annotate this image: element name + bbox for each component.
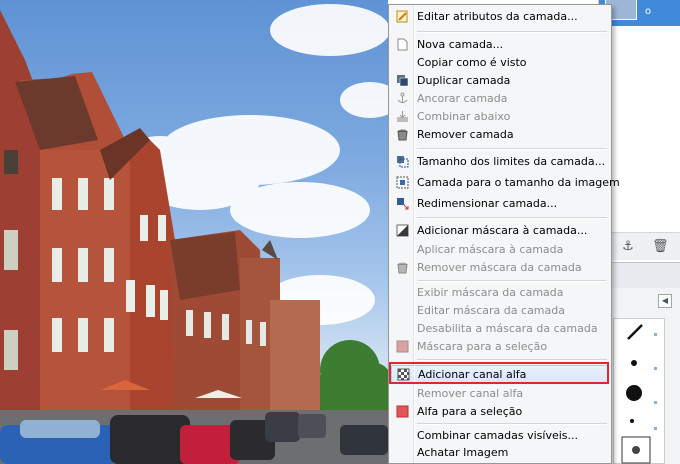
menu-item-anchor-layer[interactable]: Ancorar camada: [391, 90, 609, 108]
menu-item-edit-layer-mask[interactable]: Editar máscara da camada: [391, 302, 609, 320]
menu-item-apply-layer-mask[interactable]: Aplicar máscara à camada: [391, 241, 609, 259]
trees: [320, 340, 388, 415]
merge-down-icon: [397, 111, 408, 122]
menu-item-label: Adicionar máscara à camada...: [417, 224, 588, 237]
menu-item-label: Tamanho dos limites da camada...: [417, 155, 606, 168]
menu-separator: [417, 148, 607, 150]
menu-item-label: Combinar abaixo: [417, 110, 511, 123]
dock-menu-button[interactable]: ◀: [658, 294, 672, 308]
menu-item-show-layer-mask[interactable]: Exibir máscara da camada: [391, 284, 609, 302]
menu-item-label: Aplicar máscara à camada: [417, 243, 564, 256]
menu-item-label: Remover canal alfa: [417, 387, 524, 400]
menu-separator: [417, 31, 607, 33]
mask-to-selection-icon: [396, 340, 409, 353]
menu-separator: [417, 217, 607, 219]
menu-item-label: Editar máscara da camada: [417, 304, 565, 317]
brush-grid[interactable]: [613, 318, 665, 464]
menu-item-label: Combinar camadas visíveis...: [417, 429, 578, 442]
brush-line: [627, 324, 643, 340]
menu-item-label: Alfa para a seleção: [417, 405, 523, 418]
menu-item-label: Ancorar camada: [417, 92, 508, 105]
building-row: [170, 230, 320, 430]
menu-item-label: Camada para o tamanho da imagem: [417, 176, 620, 189]
menu-separator: [417, 280, 607, 282]
menu-item-copy-visible[interactable]: Copiar como é visto: [391, 54, 609, 72]
street-photo: [0, 4, 388, 464]
menu-item-layer-to-image-size[interactable]: Camada para o tamanho da imagem: [391, 174, 620, 192]
menu-item-label: Editar atributos da camada...: [417, 10, 578, 23]
menu-separator: [417, 423, 607, 425]
brush-small: [631, 360, 637, 366]
anchor-icon[interactable]: ⚓: [620, 239, 636, 255]
menu-item-new-layer[interactable]: Nova camada...: [391, 36, 609, 54]
trash-icon[interactable]: 🗑: [652, 239, 669, 255]
add-mask-icon: [396, 224, 409, 237]
menu-item-label: Máscara para a seleção: [417, 340, 548, 353]
menu-item-delete-layer-mask[interactable]: Remover máscara da camada: [391, 259, 609, 277]
menu-item-label: Redimensionar camada...: [417, 197, 558, 210]
menu-item-layer-boundary-size[interactable]: Tamanho dos limites da camada...: [391, 153, 609, 171]
menu-item-mask-to-selection[interactable]: Máscara para a seleção: [391, 338, 609, 356]
menu-item-edit-layer-attributes[interactable]: Editar atributos da camada...: [391, 8, 609, 26]
menu-item-label: Nova camada...: [417, 38, 504, 51]
menu-item-label: Copiar como é visto: [417, 56, 527, 69]
new-layer-icon: [397, 38, 408, 51]
layer-boundary-icon: [397, 156, 409, 168]
menu-item-label: Remover camada: [417, 128, 514, 141]
menu-item-scale-layer[interactable]: Redimensionar camada...: [391, 195, 609, 213]
menu-item-flatten-image[interactable]: Achatar Imagem: [391, 444, 609, 462]
layer-context-menu: Editar atributos da camada... Nova camad…: [388, 4, 620, 464]
layer-to-image-size-icon: [396, 176, 409, 189]
annotation-highlight-box: [389, 362, 609, 384]
menu-item-merge-down[interactable]: Combinar abaixo: [391, 108, 609, 126]
menu-item-duplicate-layer[interactable]: Duplicar camada: [391, 72, 609, 90]
scale-layer-icon: [397, 198, 409, 210]
brush-tiny: [630, 419, 634, 423]
menu-item-remove-layer[interactable]: Remover camada: [391, 126, 609, 144]
menu-item-label: Remover máscara da camada: [417, 261, 582, 274]
brush-large: [626, 385, 642, 401]
menu-item-disable-layer-mask[interactable]: Desabilita a máscara da camada: [391, 320, 609, 338]
trash-icon: [397, 262, 408, 274]
menu-item-merge-visible-layers[interactable]: Combinar camadas visíveis...: [391, 427, 609, 445]
alpha-to-selection-icon: [396, 405, 409, 418]
menu-item-label: Duplicar camada: [417, 74, 511, 87]
duplicate-layer-icon: [397, 75, 409, 87]
image-canvas[interactable]: [0, 0, 388, 464]
menu-item-label: Exibir máscara da camada: [417, 286, 564, 299]
edit-attributes-icon: [396, 10, 408, 23]
menu-item-add-layer-mask[interactable]: Adicionar máscara à camada...: [391, 222, 609, 240]
layer-name: o: [645, 6, 652, 17]
menu-item-label: Achatar Imagem: [417, 446, 509, 459]
menu-item-alpha-to-selection[interactable]: Alfa para a seleção: [391, 403, 609, 421]
building-left: [0, 10, 40, 430]
menu-separator: [417, 359, 607, 361]
trash-icon: [397, 129, 408, 141]
anchor-icon: [397, 92, 408, 103]
brush-fuzzy: [632, 446, 640, 454]
menu-item-remove-alpha-channel[interactable]: Remover canal alfa: [391, 385, 609, 403]
menu-item-label: Desabilita a máscara da camada: [417, 322, 598, 335]
